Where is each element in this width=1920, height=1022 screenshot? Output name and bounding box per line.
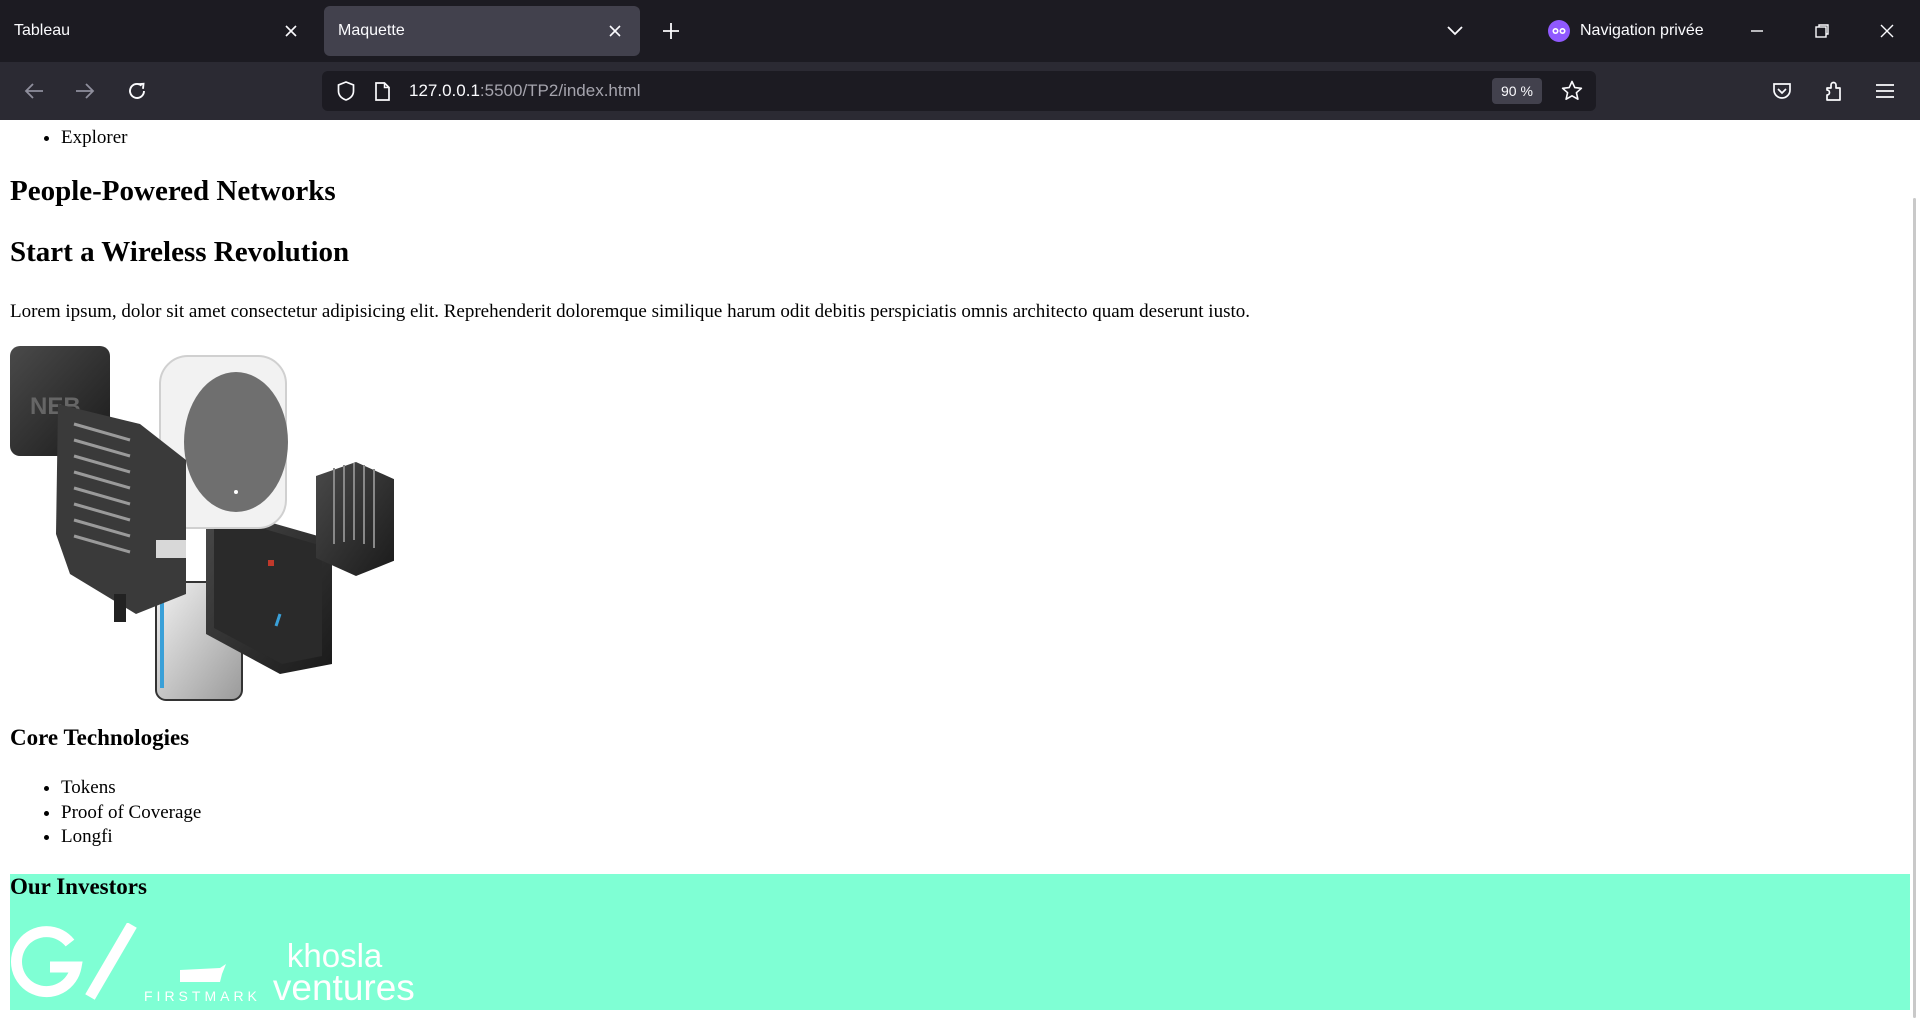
investors-heading: Our Investors: [10, 874, 147, 899]
pocket-icon[interactable]: [1765, 74, 1799, 108]
tab-title: Maquette: [338, 22, 405, 39]
list-all-tabs-icon[interactable]: [1440, 16, 1470, 46]
core-technologies-list: Tokens Proof of Coverage Longfi: [10, 776, 461, 850]
page-viewport: JS Explorer People-Powered Networks Star…: [0, 120, 1920, 1022]
url-text[interactable]: 127.0.0.1:5500/TP2/index.html: [409, 81, 641, 101]
private-label: Navigation privée: [1580, 22, 1704, 39]
reload-icon[interactable]: [120, 74, 154, 108]
new-tab-icon[interactable]: [656, 16, 686, 46]
tab-bar: Tableau Maquette Navigation privée: [0, 0, 1920, 62]
investors-section: Our Investors FIRSTMARK khosla ventures: [10, 874, 1910, 1010]
url-host: 127.0.0.1: [409, 81, 480, 100]
navigation-toolbar: 127.0.0.1:5500/TP2/index.html 90 %: [0, 62, 1920, 120]
url-path: :5500/TP2/index.html: [479, 81, 641, 100]
tab-title: Tableau: [14, 22, 71, 39]
scrollbar[interactable]: [1913, 198, 1916, 1018]
nav-list: JS Explorer: [10, 120, 361, 150]
list-item: Proof of Coverage: [61, 801, 461, 826]
url-bar[interactable]: 127.0.0.1:5500/TP2/index.html 90 %: [322, 71, 1596, 111]
firstmark-text: FIRSTMARK: [144, 988, 261, 1004]
close-window-icon[interactable]: [1870, 14, 1904, 48]
ventures-text: ventures: [272, 966, 415, 1008]
firstmark-logo: FIRSTMARK: [144, 964, 261, 1010]
tracking-protection-icon[interactable]: [335, 80, 357, 102]
private-mask-icon: [1548, 20, 1570, 42]
zoom-indicator[interactable]: 90 %: [1492, 78, 1542, 104]
khosla-ventures-logo: khosla ventures: [272, 939, 415, 1010]
forward-icon[interactable]: [68, 74, 102, 108]
gv-logo: [10, 922, 140, 1010]
close-tab-icon[interactable]: [604, 20, 626, 42]
menu-icon[interactable]: [1868, 74, 1902, 108]
page-info-icon[interactable]: [372, 80, 392, 102]
minimize-icon[interactable]: [1740, 14, 1774, 48]
restore-icon[interactable]: [1805, 14, 1839, 48]
hotspot-devices-image: NEB: [10, 344, 396, 706]
bookmark-star-icon[interactable]: [1560, 79, 1584, 103]
extensions-icon[interactable]: [1817, 74, 1851, 108]
investor-logos: FIRSTMARK khosla ventures: [10, 922, 415, 1010]
list-item[interactable]: Explorer: [61, 126, 361, 151]
list-item: Longfi: [61, 825, 461, 850]
list-item: Tokens: [61, 776, 461, 801]
heading-people-powered: People-Powered Networks: [10, 175, 336, 207]
tab-tableau[interactable]: Tableau: [0, 6, 316, 56]
tab-maquette[interactable]: Maquette: [324, 6, 640, 56]
back-icon[interactable]: [17, 74, 51, 108]
intro-paragraph: Lorem ipsum, dolor sit amet consectetur …: [10, 301, 1250, 322]
heading-wireless-revolution: Start a Wireless Revolution: [10, 236, 350, 268]
close-tab-icon[interactable]: [280, 20, 302, 42]
private-browsing-indicator: Navigation privée: [1548, 14, 1704, 48]
core-technologies-heading: Core Technologies: [10, 725, 190, 750]
